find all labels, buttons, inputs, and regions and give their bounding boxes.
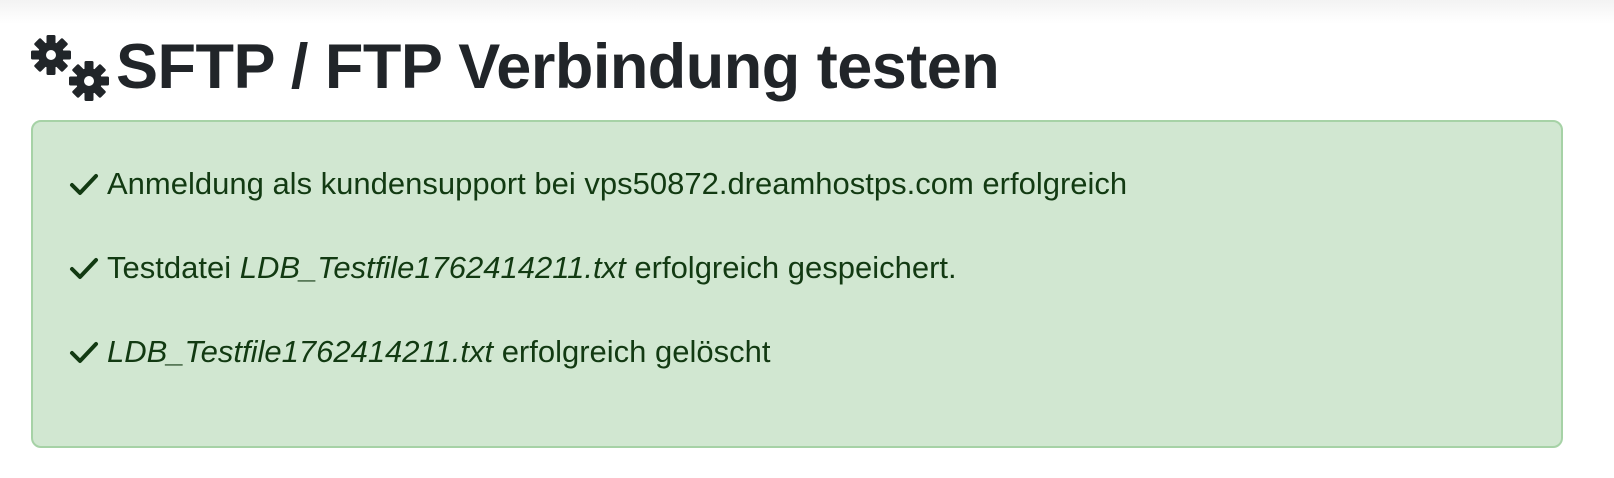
gear-icon-large: [31, 35, 71, 75]
check-icon: [70, 174, 98, 195]
top-shadow: [0, 0, 1614, 24]
page-header: SFTP / FTP Verbindung testen: [28, 26, 1000, 106]
message-login: Anmeldung als kundensupport bei vps50872…: [69, 166, 1127, 202]
check-icon: [70, 342, 98, 363]
message-suffix: erfolgreich gespeichert.: [634, 250, 957, 285]
test-filename: LDB_Testfile1762414211.txt: [107, 334, 494, 369]
message-suffix: erfolgreich gelöscht: [501, 334, 771, 369]
page-title: SFTP / FTP Verbindung testen: [116, 31, 1000, 102]
message-prefix: Testdatei: [107, 250, 232, 285]
success-alert: Anmeldung als kundensupport bei vps50872…: [31, 120, 1563, 448]
gear-icon-small: [69, 61, 109, 101]
gears-icon: [28, 30, 112, 102]
check-icon: [70, 258, 98, 279]
test-filename: LDB_Testfile1762414211.txt: [239, 250, 626, 285]
message-file-deleted: LDB_Testfile1762414211.txt erfolgreich g…: [69, 334, 771, 370]
message-text: Anmeldung als kundensupport bei vps50872…: [107, 166, 1128, 201]
message-file-saved: Testdatei LDB_Testfile1762414211.txt erf…: [69, 250, 957, 286]
